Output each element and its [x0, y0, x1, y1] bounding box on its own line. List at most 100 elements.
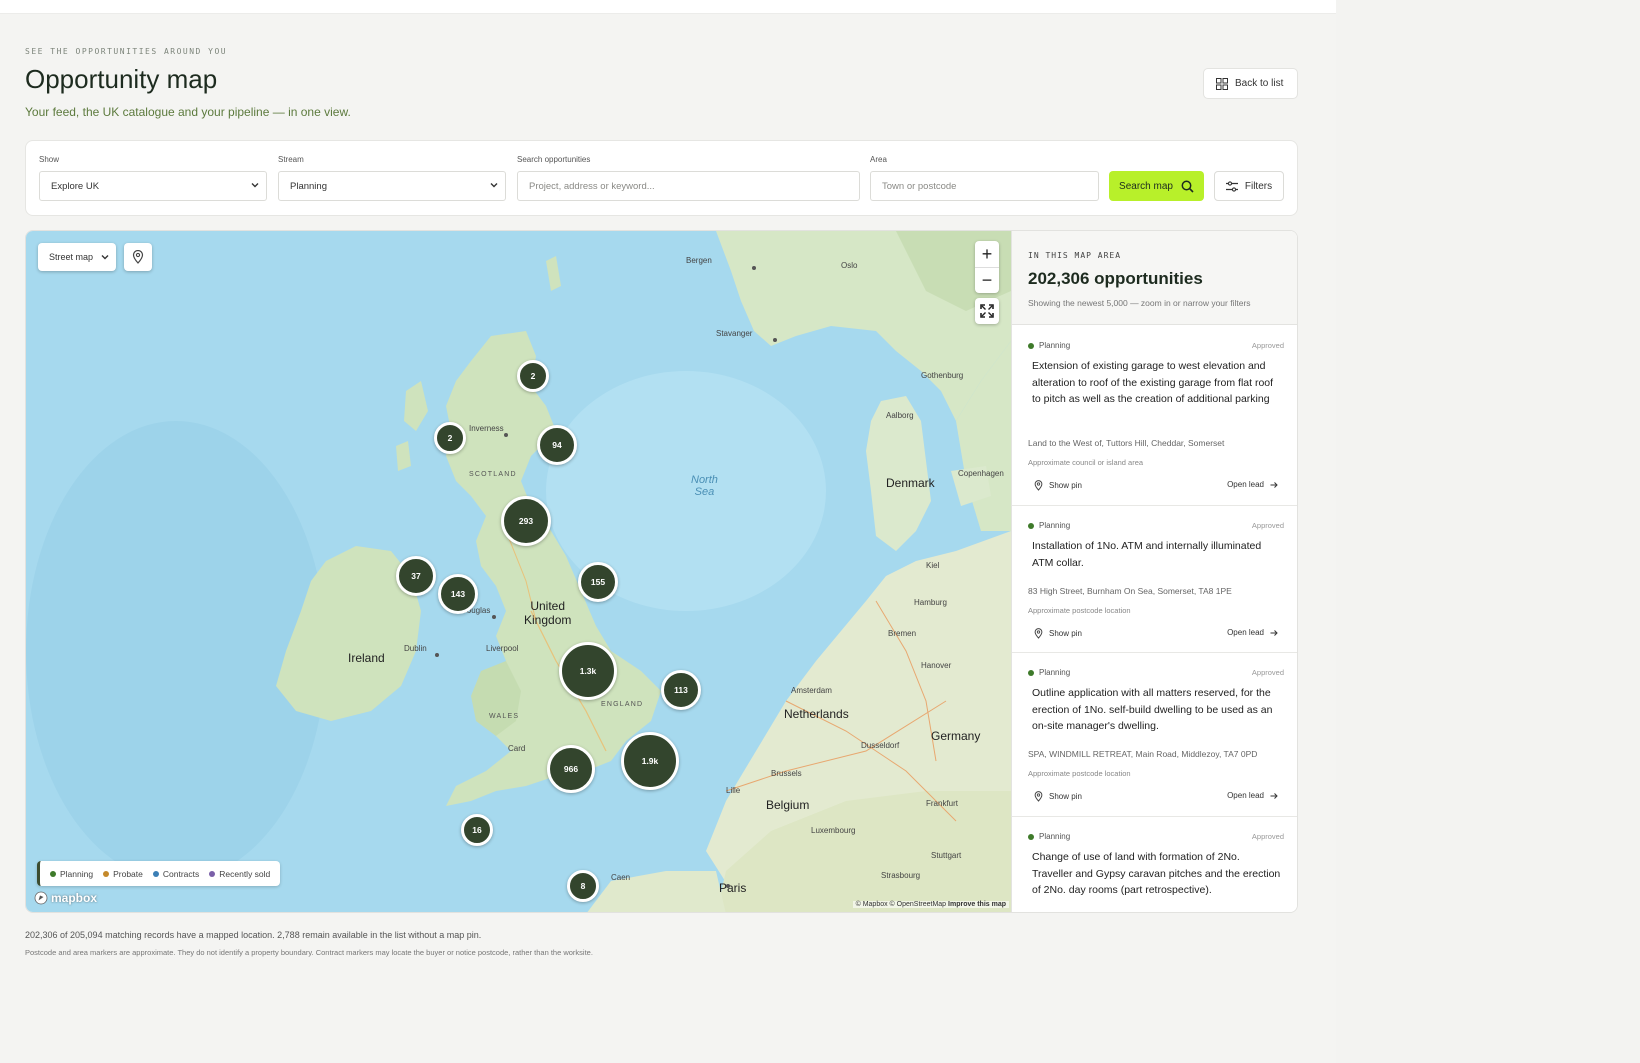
- show-select-value: Explore UK: [51, 180, 100, 192]
- map-cluster[interactable]: 8: [567, 870, 599, 902]
- search-map-button[interactable]: Search map: [1109, 171, 1204, 201]
- map-cluster[interactable]: 155: [578, 562, 618, 602]
- map-cluster[interactable]: 16: [461, 814, 493, 846]
- stream-dot: [1028, 669, 1034, 676]
- zoom-in-button[interactable]: +: [975, 241, 999, 267]
- map-label-scotland: SCOTLAND: [469, 471, 517, 478]
- map-label-hamburg: Hamburg: [914, 598, 947, 607]
- opportunity-description: Installation of 1No. ATM and internally …: [1032, 540, 1262, 569]
- opportunity-address: 83 High Street, Burnham On Sea, Somerset…: [1028, 586, 1232, 596]
- status-badge: Approved: [1251, 341, 1284, 350]
- attribution-text: © Mapbox © OpenStreetMap: [855, 901, 947, 908]
- map-cluster[interactable]: 94: [537, 425, 577, 465]
- opportunity-card[interactable]: Planning Approved Installation of 1No. A…: [1012, 506, 1297, 653]
- legend-dot: [103, 870, 110, 877]
- map-cluster[interactable]: 1.9k: [621, 732, 679, 790]
- back-to-list-label: Back to list: [1235, 78, 1284, 89]
- page-title: Opportunity map: [25, 64, 218, 94]
- open-lead-button[interactable]: Open lead: [1227, 628, 1278, 637]
- mapbox-logo-text: mapbox: [51, 891, 98, 905]
- open-lead-label: Open lead: [1227, 628, 1264, 637]
- opportunity-address: SPA, WINDMILL RETREAT, Main Road, Middle…: [1028, 749, 1258, 759]
- map-cluster[interactable]: 293: [501, 496, 551, 546]
- opportunity-card[interactable]: Planning Approved Change of use of land …: [1012, 817, 1297, 912]
- opportunity-card[interactable]: Planning Approved Extension of existing …: [1012, 326, 1297, 506]
- map-type-value: Street map: [49, 252, 94, 262]
- legend-label: Planning: [60, 868, 94, 879]
- map-label-dublin: Dublin: [404, 644, 427, 653]
- map-cluster[interactable]: 37: [396, 556, 436, 596]
- locate-button[interactable]: [124, 243, 152, 271]
- map-label-germany: Germany: [931, 729, 981, 743]
- stream-label: Planning: [1039, 521, 1071, 530]
- stream-label: Stream: [278, 155, 304, 164]
- open-lead-button[interactable]: Open lead: [1227, 791, 1278, 800]
- map-label-north-sea: North Sea: [691, 474, 718, 498]
- sliders-icon: [1225, 180, 1238, 192]
- arrow-right-icon: [1270, 792, 1278, 799]
- arrow-right-icon: [1270, 481, 1278, 488]
- mapbox-logo[interactable]: mapbox: [34, 891, 97, 905]
- map-label-netherlands: Netherlands: [784, 707, 849, 721]
- fullscreen-button[interactable]: [975, 298, 999, 324]
- open-lead-button[interactable]: Open lead: [1227, 480, 1278, 489]
- stream-label: Planning: [1039, 668, 1071, 677]
- results-panel: IN THIS MAP AREA 202,306 opportunities S…: [1011, 231, 1297, 912]
- back-to-list-button[interactable]: Back to list: [1203, 68, 1298, 99]
- map-label-amsterdam: Amsterdam: [791, 686, 832, 695]
- show-pin-button[interactable]: Show pin: [1034, 628, 1082, 639]
- grid-icon: [1216, 77, 1228, 90]
- show-pin-label: Show pin: [1049, 481, 1082, 490]
- search-input-placeholder: Project, address or keyword...: [529, 180, 655, 192]
- map-legend: Planning Probate Contracts Recently sold: [37, 861, 281, 886]
- map-label-uk-line2: Kingdom: [524, 613, 572, 627]
- zoom-controls: + −: [975, 241, 999, 293]
- status-badge: Approved: [1251, 521, 1284, 530]
- map-cluster[interactable]: 113: [661, 670, 701, 710]
- map-geography: [26, 231, 1011, 912]
- map-label-wales: WALES: [489, 713, 520, 720]
- search-input[interactable]: Project, address or keyword...: [517, 171, 860, 201]
- open-lead-label: Open lead: [1227, 791, 1264, 800]
- city-dot: [773, 338, 777, 342]
- map-cluster[interactable]: 1.3k: [559, 642, 617, 700]
- map-cluster[interactable]: 2: [434, 422, 466, 454]
- stream-dot: [1028, 342, 1034, 349]
- show-select[interactable]: Explore UK: [39, 171, 267, 201]
- map-label-dusseldorf: Dusseldorf: [861, 741, 900, 750]
- search-icon: [1181, 180, 1194, 193]
- area-input-placeholder: Town or postcode: [882, 180, 957, 192]
- map-pin-icon: [132, 250, 144, 264]
- map-label-inverness: Inverness: [469, 424, 504, 433]
- city-dot: [752, 266, 756, 270]
- stream-select[interactable]: Planning: [278, 171, 506, 201]
- show-pin-button[interactable]: Show pin: [1034, 791, 1082, 802]
- legend-dot: [209, 870, 216, 877]
- map-label-copenhagen: Copenhagen: [958, 469, 1004, 478]
- improve-map-link[interactable]: Improve this map: [948, 901, 1006, 908]
- map-canvas[interactable]: Bergen Oslo Stavanger Gothenburg Aalborg…: [26, 231, 1011, 912]
- show-label: Show: [39, 155, 60, 164]
- opportunity-card[interactable]: Planning Approved Outline application wi…: [1012, 653, 1297, 817]
- map-cluster[interactable]: 966: [547, 745, 595, 793]
- show-pin-button[interactable]: Show pin: [1034, 480, 1082, 491]
- mapped-records-note: 202,306 of 205,094 matching records have…: [25, 930, 482, 940]
- location-note: Approximate council or island area: [1028, 458, 1144, 467]
- arrow-right-icon: [1270, 629, 1278, 636]
- map-type-select[interactable]: Street map: [38, 243, 116, 271]
- city-dot: [504, 433, 508, 437]
- map-label-cardiff: Card: [508, 744, 526, 753]
- map-cluster[interactable]: 2: [517, 360, 549, 392]
- top-strip: [0, 0, 1336, 14]
- stream-badge: Planning: [1028, 521, 1070, 530]
- page-subtitle: Your feed, the UK catalogue and your pip…: [25, 105, 351, 119]
- zoom-out-button[interactable]: −: [975, 267, 999, 293]
- map-label-oslo: Oslo: [841, 261, 858, 270]
- area-input[interactable]: Town or postcode: [870, 171, 1099, 201]
- stream-dot: [1028, 833, 1034, 840]
- opportunity-description: Outline application with all matters res…: [1032, 687, 1273, 732]
- map-cluster[interactable]: 143: [438, 574, 478, 614]
- filters-button[interactable]: Filters: [1214, 171, 1284, 201]
- city-dot: [726, 884, 730, 888]
- legend-item-recently-sold: Recently sold: [209, 869, 270, 879]
